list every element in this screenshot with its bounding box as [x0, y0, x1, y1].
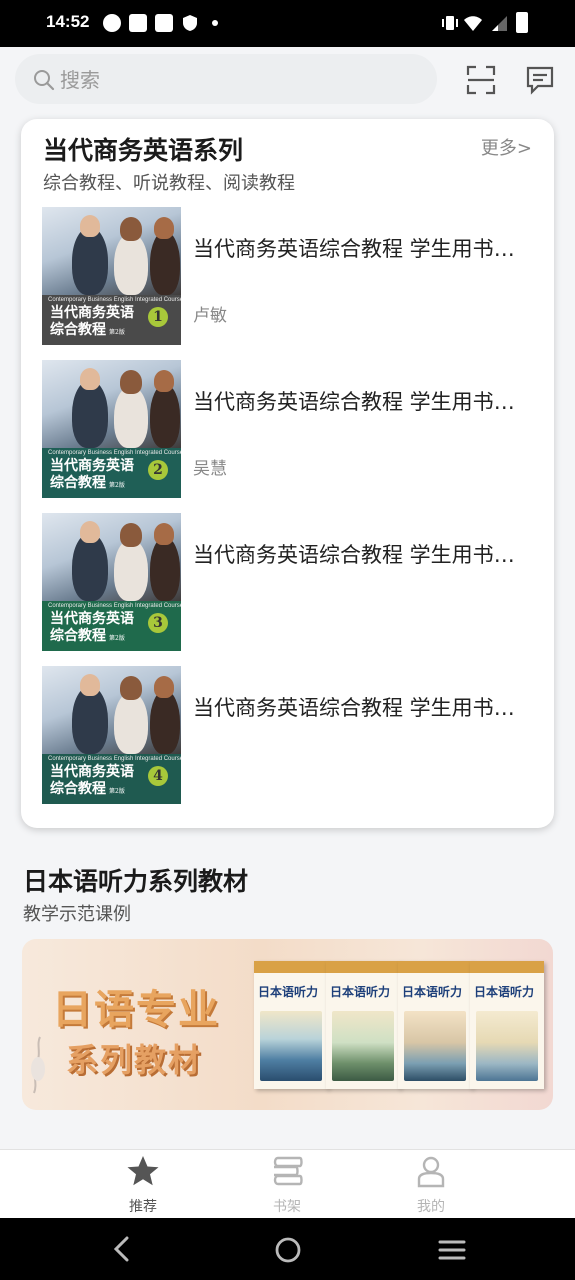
- star-icon: [126, 1154, 160, 1188]
- status-time: 14:52: [46, 12, 90, 31]
- tab-recommend-label: 推荐: [129, 1199, 157, 1215]
- speed-notification-icon: [103, 14, 121, 32]
- cover-english-title: Contemporary Business English Integrated…: [48, 297, 181, 303]
- cover-english-title: Contemporary Business English Integrated…: [48, 603, 181, 609]
- crane-illustration: [31, 1036, 45, 1094]
- book-cover: Contemporary Business English Integrated…: [42, 360, 181, 498]
- section-title: 日本语听力系列教材: [23, 867, 249, 896]
- book-cover: Contemporary Business English Integrated…: [42, 513, 181, 651]
- battery-icon: [516, 12, 528, 33]
- status-bar: 14:52: [0, 0, 575, 47]
- tab-mine[interactable]: 我的: [386, 1150, 476, 1219]
- book-title[interactable]: 当代商务英语综合教程 学生用书（第2版）3: [193, 539, 523, 569]
- book-item[interactable]: Contemporary Business English Integrated…: [42, 666, 532, 806]
- section-subtitle: 教学示范课例: [23, 904, 131, 925]
- search-icon: [33, 69, 55, 95]
- mail-notification-icon-2: [155, 14, 173, 32]
- book-cover: Contemporary Business English Integrated…: [42, 207, 181, 345]
- recents-icon[interactable]: [438, 1238, 466, 1266]
- tab-bookshelf-label: 书架: [273, 1199, 301, 1215]
- banner-book-4: 日本语听力: [470, 961, 544, 1089]
- bookshelf-icon: [270, 1154, 304, 1188]
- more-notifications-dot: [212, 20, 218, 26]
- series-title: 当代商务英语系列: [43, 136, 244, 165]
- home-icon[interactable]: [274, 1236, 302, 1268]
- book-title[interactable]: 当代商务英语综合教程 学生用书（第2版）4: [193, 692, 523, 722]
- back-icon[interactable]: [112, 1236, 132, 1266]
- mail-notification-icon: [129, 14, 147, 32]
- cover-volume-number: 2: [148, 460, 168, 480]
- banner-subtitle: 系列教材: [66, 1041, 203, 1079]
- cover-photo: [42, 360, 181, 448]
- book-author: 吴慧: [193, 459, 227, 479]
- book-cover: Contemporary Business English Integrated…: [42, 666, 181, 804]
- system-navigation: [0, 1218, 575, 1280]
- book-item[interactable]: Contemporary Business English Integrated…: [42, 513, 532, 653]
- series-subtitle: 综合教程、听说教程、阅读教程: [43, 173, 295, 194]
- cover-chinese-title: 当代商务英语 综合教程 第2版: [50, 611, 134, 644]
- vibrate-icon: [440, 14, 458, 32]
- cover-chinese-title: 当代商务英语 综合教程 第2版: [50, 458, 134, 491]
- cover-photo: [42, 666, 181, 754]
- banner-book-1: 日本语听力: [254, 961, 328, 1089]
- cover-english-title: Contemporary Business English Integrated…: [48, 450, 181, 456]
- cover-chinese-title: 当代商务英语 综合教程 第2版: [50, 764, 134, 797]
- cover-photo: [42, 207, 181, 295]
- cover-photo: [42, 513, 181, 601]
- tab-recommend[interactable]: 推荐: [98, 1150, 188, 1219]
- bottom-navigation: 推荐 书架 我的: [0, 1149, 575, 1218]
- book-item[interactable]: Contemporary Business English Integrated…: [42, 360, 532, 500]
- wifi-icon: [463, 14, 483, 32]
- banner-book-2: 日本语听力: [326, 961, 400, 1089]
- book-title[interactable]: 当代商务英语综合教程 学生用书（第2版）2: [193, 386, 523, 416]
- cover-volume-number: 3: [148, 613, 168, 633]
- shield-notification-icon: [181, 14, 199, 32]
- cover-chinese-title: 当代商务英语 综合教程 第2版: [50, 305, 134, 338]
- tab-bookshelf[interactable]: 书架: [242, 1150, 332, 1219]
- message-icon[interactable]: [525, 65, 555, 99]
- series-card: 当代商务英语系列 更多> 综合教程、听说教程、阅读教程 Contemporary…: [21, 119, 554, 828]
- book-title[interactable]: 当代商务英语综合教程 学生用书（第2版）1: [193, 233, 523, 263]
- cell-signal-icon: [490, 14, 508, 32]
- book-author: 卢敏: [193, 306, 227, 326]
- cover-english-title: Contemporary Business English Integrated…: [48, 756, 181, 762]
- cover-volume-number: 1: [148, 307, 168, 327]
- banner-title: 日语专业: [52, 986, 220, 1033]
- scan-icon[interactable]: [466, 65, 496, 99]
- book-item[interactable]: Contemporary Business English Integrated…: [42, 207, 532, 347]
- cover-volume-number: 4: [148, 766, 168, 786]
- user-icon: [414, 1154, 448, 1188]
- japanese-series-banner[interactable]: 日语专业 系列教材 日本语听力 日本语听力 日本语听力 日本语听力: [22, 939, 553, 1110]
- tab-mine-label: 我的: [417, 1199, 445, 1215]
- search-placeholder: 搜索: [60, 68, 100, 92]
- banner-book-3: 日本语听力: [398, 961, 472, 1089]
- more-link[interactable]: 更多>: [481, 134, 532, 160]
